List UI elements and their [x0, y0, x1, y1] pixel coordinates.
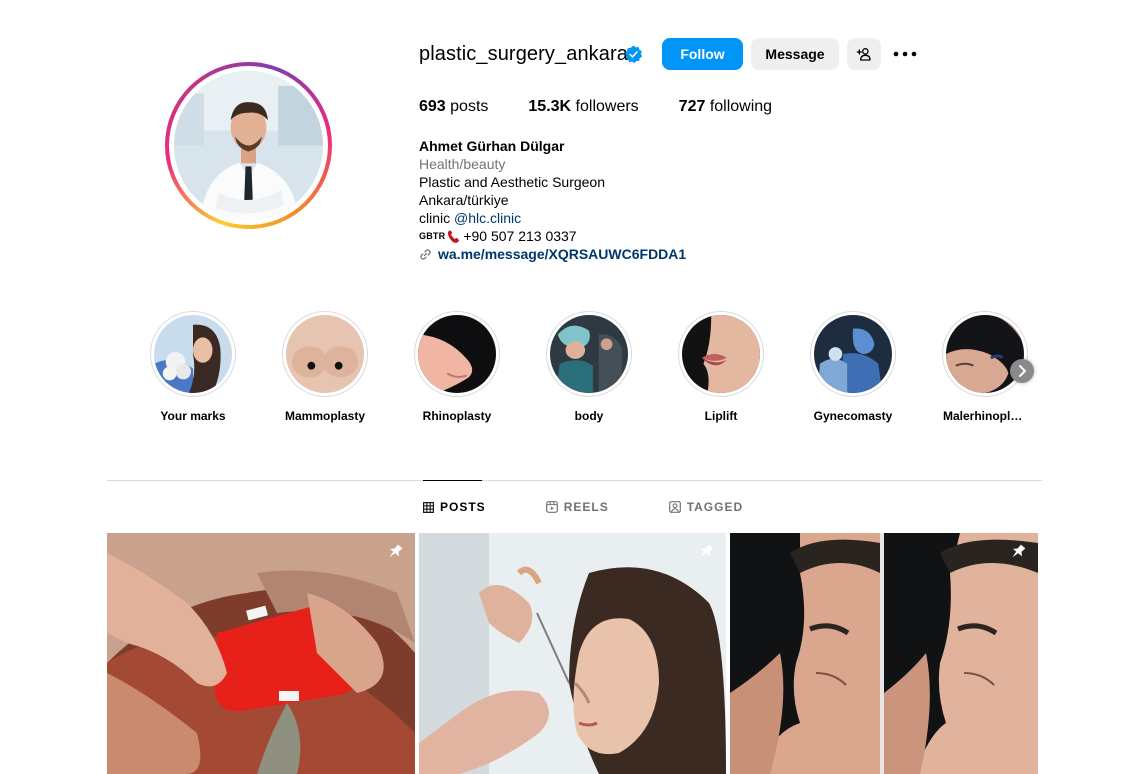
message-button[interactable]: Message — [751, 38, 839, 70]
pin-icon — [700, 544, 714, 558]
add-user-icon — [856, 48, 871, 61]
highlight-cover — [286, 315, 364, 393]
bio-line-clinic: clinic @hlc.clinic — [419, 209, 686, 227]
bio-flag-text: GBTR — [419, 231, 446, 241]
highlight-ring — [810, 311, 896, 397]
profile-category: Health/beauty — [419, 156, 506, 172]
tabs-divider — [107, 480, 1042, 481]
avatar-photo — [174, 71, 323, 220]
profile-full-name: Ahmet Gürhan Dülgar — [419, 138, 565, 154]
post-tile[interactable] — [107, 533, 415, 774]
highlight-ring — [150, 311, 236, 397]
highlight-body[interactable]: body — [544, 311, 634, 423]
profile-bio: Ahmet Gürhan Dülgar Health/beauty Plasti… — [419, 137, 686, 263]
highlight-liplift[interactable]: Liplift — [676, 311, 766, 423]
highlight-label: Liplift — [704, 409, 738, 423]
more-options-button[interactable] — [891, 42, 919, 66]
tab-reels[interactable]: REELS — [545, 500, 609, 514]
pin-icon — [1012, 544, 1026, 558]
post-image — [107, 533, 415, 774]
post-tile[interactable] — [419, 533, 726, 774]
highlight-ring — [678, 311, 764, 397]
followers-count-label: followers — [571, 98, 639, 115]
tagged-icon — [668, 501, 681, 513]
highlight-image — [550, 315, 628, 393]
bio-clinic-prefix: clinic — [419, 210, 455, 226]
tab-posts[interactable]: POSTS — [423, 500, 486, 514]
following-count-value: 727 — [678, 98, 706, 115]
bio-line-location: Ankara/türkiye — [419, 192, 509, 208]
tab-posts-label: POSTS — [440, 500, 486, 514]
post-image — [730, 533, 1038, 774]
highlight-cover — [418, 315, 496, 393]
highlight-label: Malerhinoplasty — [943, 409, 1027, 423]
reels-icon — [545, 501, 558, 513]
bio-phone-number: +90 507 213 0337 — [463, 228, 577, 244]
post-image — [419, 533, 726, 774]
highlight-image — [814, 315, 892, 393]
following-link[interactable]: 727 following — [679, 98, 772, 116]
bio-link-text: wa.me/message/XQRSAUWC6FDDA1 — [438, 246, 687, 262]
grid-icon — [423, 501, 434, 513]
tab-tagged-label: TAGGED — [686, 500, 744, 514]
clinic-mention-link[interactable]: @hlc.clinic — [454, 210, 521, 226]
highlight-label: Gynecomasty — [813, 409, 893, 423]
highlight-image — [154, 315, 232, 393]
following-count-label: following — [705, 98, 773, 115]
highlight-gynecomasty[interactable]: Gynecomasty — [808, 311, 898, 423]
followers-count-value: 15.3K — [528, 98, 572, 115]
highlight-image — [946, 315, 1024, 393]
bio-external-link[interactable]: wa.me/message/XQRSAUWC6FDDA1 — [419, 245, 686, 263]
highlight-image — [682, 315, 760, 393]
highlights-next-button[interactable] — [1010, 359, 1034, 383]
avatar-image — [174, 71, 323, 220]
verified-badge-icon — [624, 45, 643, 64]
highlight-ring — [546, 311, 632, 397]
highlight-cover — [154, 315, 232, 393]
highlight-ring — [414, 311, 500, 397]
highlight-image — [418, 315, 496, 393]
profile-stats: 693 posts 15.3K followers 727 following — [419, 98, 812, 116]
more-icon — [893, 51, 917, 57]
highlight-label: Mammoplasty — [284, 409, 366, 423]
highlight-cover — [814, 315, 892, 393]
bio-line-phone: GBTR +90 507 213 0337 — [419, 227, 686, 245]
pin-icon — [389, 544, 403, 558]
highlight-ring — [942, 311, 1028, 397]
followers-link[interactable]: 15.3K followers — [528, 98, 638, 116]
tab-tagged[interactable]: TAGGED — [668, 500, 744, 514]
highlight-mammoplasty[interactable]: Mammoplasty — [280, 311, 370, 423]
profile-tabs: POSTS REELS TAGGED — [423, 500, 803, 514]
highlight-rhinoplasty[interactable]: Rhinoplasty — [412, 311, 502, 423]
phone-icon — [448, 229, 460, 243]
story-highlights: Your marks Mammoplasty Rhinoplasty body … — [148, 311, 1048, 431]
highlight-cover — [682, 315, 760, 393]
suggested-users-button[interactable] — [847, 38, 881, 70]
highlight-image — [286, 315, 364, 393]
posts-count: 693 posts — [419, 98, 488, 116]
active-tab-indicator — [423, 480, 482, 481]
follow-button[interactable]: Follow — [662, 38, 743, 70]
highlight-ring — [282, 311, 368, 397]
highlight-label: body — [574, 409, 604, 423]
chevron-right-icon — [1019, 365, 1026, 377]
avatar-inner-border — [169, 66, 328, 225]
profile-username: plastic_surgery_ankara — [419, 43, 628, 65]
highlight-label: Your marks — [160, 409, 226, 423]
highlight-cover — [946, 315, 1024, 393]
posts-count-label: posts — [445, 98, 489, 115]
bio-line-title: Plastic and Aesthetic Surgeon — [419, 174, 606, 190]
post-tile[interactable] — [730, 533, 1038, 774]
highlight-your-marks[interactable]: Your marks — [148, 311, 238, 423]
profile-avatar[interactable] — [165, 62, 332, 229]
link-icon — [420, 248, 431, 260]
tab-reels-label: REELS — [563, 500, 609, 514]
highlight-label: Rhinoplasty — [422, 409, 492, 423]
posts-count-value: 693 — [419, 98, 446, 115]
highlight-cover — [550, 315, 628, 393]
